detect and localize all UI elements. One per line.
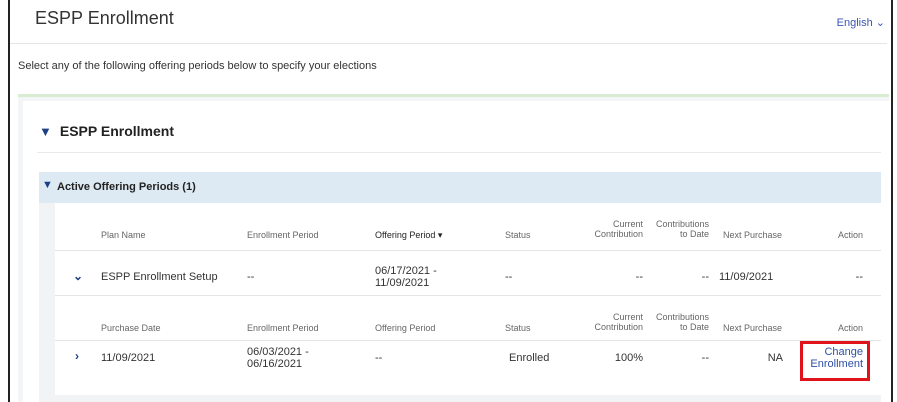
current-contribution: --	[635, 271, 643, 283]
col-enrollment-period: Enrollment Period	[247, 323, 319, 333]
purchase-date: 11/09/2021	[101, 352, 156, 364]
col-status: Status	[505, 323, 531, 333]
language-selector[interactable]: English ⌄	[837, 16, 885, 29]
chevron-down-icon: ▼	[39, 124, 52, 139]
chevron-down-icon: ▼	[42, 179, 53, 191]
enrollment-card: ▼ ESPP Enrollment ▼ Active Offering Perio…	[23, 101, 889, 402]
col-action: Action	[837, 230, 863, 240]
col-purchase-date: Purchase Date	[101, 323, 161, 333]
highlight-box	[800, 341, 870, 381]
offering-period: 06/17/2021 - 11/09/2021	[375, 265, 437, 289]
col-current-contribution: Current Contribution	[594, 312, 643, 332]
divider	[55, 295, 881, 296]
col-action: Action	[837, 323, 863, 333]
active-offering-periods-label: Active Offering Periods (1)	[57, 181, 196, 193]
status: --	[505, 271, 513, 283]
chevron-right-icon[interactable]: ›	[75, 349, 79, 363]
plan-table: Plan Name Enrollment Period Offering Per…	[55, 203, 881, 395]
offering-period: --	[375, 352, 383, 364]
col-offering-period-sort[interactable]: Offering Period ▾	[375, 230, 442, 240]
enrollment-period: 06/03/2021 - 06/16/2021	[247, 346, 309, 370]
status: Enrolled	[509, 352, 550, 364]
contributions-to-date: --	[701, 271, 709, 283]
divider	[37, 152, 881, 153]
current-contribution: 100%	[614, 352, 643, 364]
divider	[10, 43, 887, 44]
instructions-text: Select any of the following offering per…	[18, 60, 377, 72]
active-offering-periods-toggle[interactable]: ▼ Active Offering Periods (1)	[39, 172, 881, 203]
col-contributions-to-date: Contributions to Date	[655, 219, 709, 239]
divider	[55, 250, 881, 251]
col-plan-name: Plan Name	[101, 230, 146, 240]
action: --	[855, 271, 863, 283]
col-current-contribution: Current Contribution	[594, 219, 643, 239]
section-toggle[interactable]: ▼ ESPP Enrollment	[39, 123, 174, 139]
next-purchase: NA	[767, 352, 783, 364]
col-next-purchase: Next Purchase	[723, 230, 783, 240]
col-contributions-to-date: Contributions to Date	[655, 312, 709, 332]
page-title: ESPP Enrollment	[35, 8, 174, 28]
col-enrollment-period: Enrollment Period	[247, 230, 319, 240]
enrollment-period: --	[247, 271, 255, 283]
col-next-purchase: Next Purchase	[723, 323, 783, 333]
col-offering-period: Offering Period	[375, 323, 436, 333]
col-status: Status	[505, 230, 531, 240]
next-purchase: 11/09/2021	[719, 271, 774, 283]
offering-grid: Plan Name Enrollment Period Offering Per…	[39, 203, 881, 402]
section-title: ESPP Enrollment	[59, 123, 174, 139]
enrollment-panel: ▼ ESPP Enrollment ▼ Active Offering Perio…	[18, 94, 889, 402]
contributions-to-date: --	[701, 352, 709, 364]
plan-name: ESPP Enrollment Setup	[101, 271, 218, 283]
divider	[55, 340, 881, 341]
chevron-down-icon[interactable]: ⌄	[73, 269, 83, 283]
